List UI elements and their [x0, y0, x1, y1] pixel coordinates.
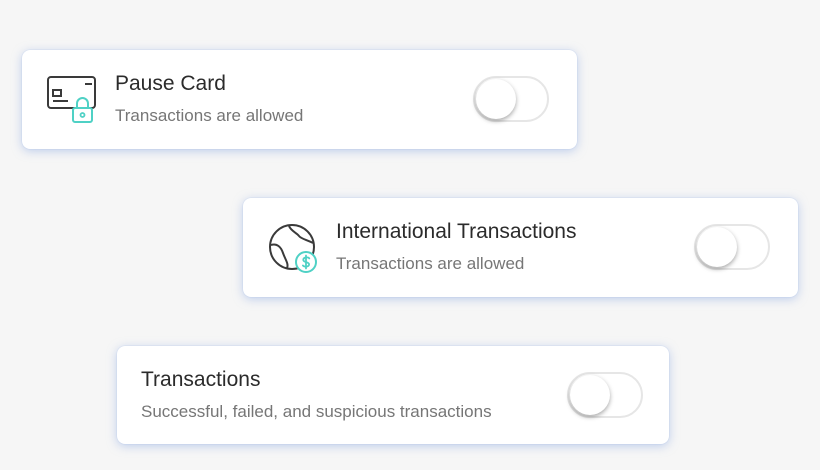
transactions-title: Transactions	[141, 368, 261, 391]
pause-card-setting: Pause Card Transactions are allowed	[22, 50, 577, 149]
international-transactions-setting: International Transactions Transactions …	[243, 198, 798, 297]
international-transactions-title: International Transactions	[336, 220, 577, 243]
pause-card-subtitle: Transactions are allowed	[115, 106, 304, 125]
toggle-knob	[476, 79, 516, 119]
toggle-knob	[570, 375, 610, 415]
pause-card-title: Pause Card	[115, 72, 226, 95]
transactions-toggle[interactable]	[567, 372, 643, 418]
card-lock-icon	[46, 74, 98, 131]
transactions-subtitle: Successful, failed, and suspicious trans…	[141, 402, 492, 421]
international-transactions-toggle[interactable]	[694, 224, 770, 270]
transactions-setting: Transactions Successful, failed, and sus…	[117, 346, 669, 444]
globe-dollar-icon	[267, 222, 319, 279]
toggle-knob	[697, 227, 737, 267]
pause-card-toggle[interactable]	[473, 76, 549, 122]
international-transactions-subtitle: Transactions are allowed	[336, 254, 525, 273]
